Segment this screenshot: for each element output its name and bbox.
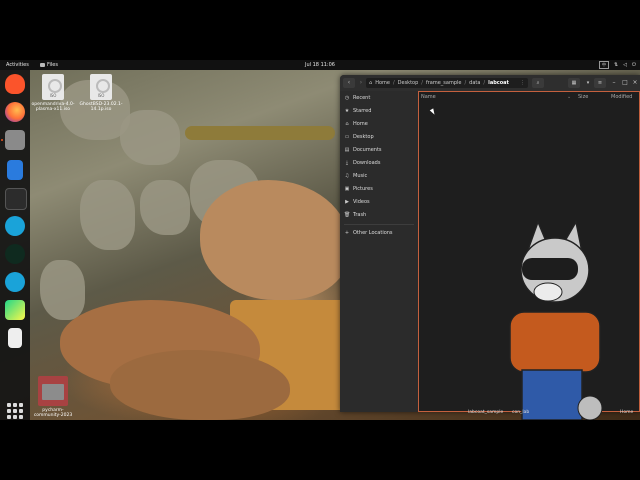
sidebar-item-recent[interactable]: ◷ Recent [344,93,416,103]
music-icon: ♫ [344,173,350,179]
desktop-screen: ISO openmandriva-4.0-plasma-x11.iso ISO … [0,60,640,420]
desktop-icon: ▭ [344,134,350,140]
menu-button[interactable]: ≡ [594,78,606,88]
hidden-label: Home [620,410,634,415]
terminal-icon[interactable] [5,188,27,210]
star-icon: ★ [344,108,350,114]
sidebar-item-home[interactable]: ⌂ Home [344,119,416,129]
column-modified[interactable]: Modified [611,94,632,100]
places-sidebar: ◷ Recent ★ Starred ⌂ Home ▭ Desktop ▤ Documen… [340,91,418,412]
path-bar[interactable]: ⌂ Home / Desktop / frame_sample / data /… [366,78,528,88]
sidebar-item-pictures[interactable]: ▣ Pictures [344,184,416,194]
avatar-overlay [509,220,603,420]
sidebar-item-desktop[interactable]: ▭ Desktop [344,132,416,142]
sidebar-item-videos[interactable]: ▶ Videos [344,197,416,207]
files-icon[interactable] [5,130,25,150]
desktop-icon-iso-2[interactable]: ISO GhostBSD-23.02.1-14.1p.iso [78,74,124,112]
mongodb-compass-icon[interactable] [5,244,25,264]
running-indicator [1,139,3,141]
window-header: ‹ › ⌂ Home / Desktop / frame_sample / da… [340,75,640,91]
top-panel: Activities Files Jul 18 11:06 中 ⇅ ◁ ⏻ [0,60,640,70]
column-name[interactable]: Name [421,94,436,100]
desktop-icon-label: pycharm-community-2023 [33,408,73,418]
app-icon-1[interactable] [5,216,25,236]
trash-icon[interactable] [8,328,22,348]
path-segment-current[interactable]: labcoat [488,80,509,86]
system-tray[interactable]: 中 ⇅ ◁ ⏻ [598,60,636,70]
text-editor-icon[interactable] [7,160,23,180]
column-size[interactable]: Size [578,94,588,100]
power-icon[interactable]: ⏻ [632,60,636,70]
disc-image-icon: ISO [90,74,112,100]
bamboo-spout [185,126,335,140]
desktop-icon-folder[interactable]: pycharm-community-2023 [30,376,76,418]
sidebar-item-starred[interactable]: ★ Starred [344,106,416,116]
capybara-back [200,180,350,300]
hidden-label: con_lab [512,410,530,415]
path-segment[interactable]: Home [375,80,390,86]
videos-icon: ▶ [345,199,349,205]
back-button[interactable]: ‹ [343,78,355,88]
pictures-icon: ▣ [344,186,350,192]
app-icon-2[interactable] [5,272,25,292]
downloads-icon: ⤓ [345,160,349,166]
brave-browser-icon[interactable] [5,74,25,94]
pycharm-icon[interactable] [5,300,25,320]
clock[interactable]: Jul 18 11:06 [0,60,640,70]
dock [0,70,30,420]
wallpaper-rock [40,260,85,320]
view-options-button[interactable]: ▾ [582,78,594,88]
sidebar-item-downloads[interactable]: ⤓ Downloads [344,158,416,168]
home-icon: ⌂ [369,80,373,86]
wallpaper-rock [120,110,180,165]
mouse-cursor [429,108,437,116]
home-icon: ⌂ [345,121,349,127]
sidebar-divider [344,224,414,225]
path-segment[interactable]: data [469,80,480,86]
sidebar-item-documents[interactable]: ▤ Documents [344,145,416,155]
path-segment[interactable]: Desktop [398,80,419,86]
wallpaper-rock [140,180,190,235]
show-applications-icon[interactable] [7,403,23,419]
column-header: Name ⌄ Size Modified [419,92,639,102]
folder-icon [38,376,68,406]
path-segment[interactable]: frame_sample [426,80,462,86]
view-toggle-button[interactable]: ▦ [568,78,580,88]
keyboard-layout-icon[interactable]: 中 [598,61,609,69]
plus-icon: + [344,230,350,236]
disc-image-icon: ISO [42,74,64,100]
network-icon[interactable]: ⇅ [614,60,618,70]
sidebar-item-other-locations[interactable]: + Other Locations [344,228,416,238]
desktop-icon-label: GhostBSD-23.02.1-14.1p.iso [79,102,123,112]
trash-icon: 🗑 [344,212,351,218]
desktop-icon-iso-1[interactable]: ISO openmandriva-4.0-plasma-x11.iso [30,74,76,112]
sort-chevron-icon: ⌄ [567,94,572,100]
sidebar-item-trash[interactable]: 🗑 Trash [344,210,416,220]
volume-icon[interactable]: ◁ [623,60,627,70]
maximize-button[interactable]: □ [620,78,630,88]
documents-icon: ▤ [344,147,350,153]
search-button[interactable]: ⌕ [532,78,544,88]
sidebar-item-music[interactable]: ♫ Music [344,171,416,181]
hidden-label: labcoat_sample [468,410,504,415]
clock-icon: ◷ [344,95,350,101]
desktop-icon-label: openmandriva-4.0-plasma-x11.iso [31,102,75,112]
close-button[interactable]: × [630,78,640,88]
wallpaper-rock [80,180,135,250]
minimize-button[interactable]: – [609,78,619,88]
firefox-icon[interactable] [5,102,25,122]
